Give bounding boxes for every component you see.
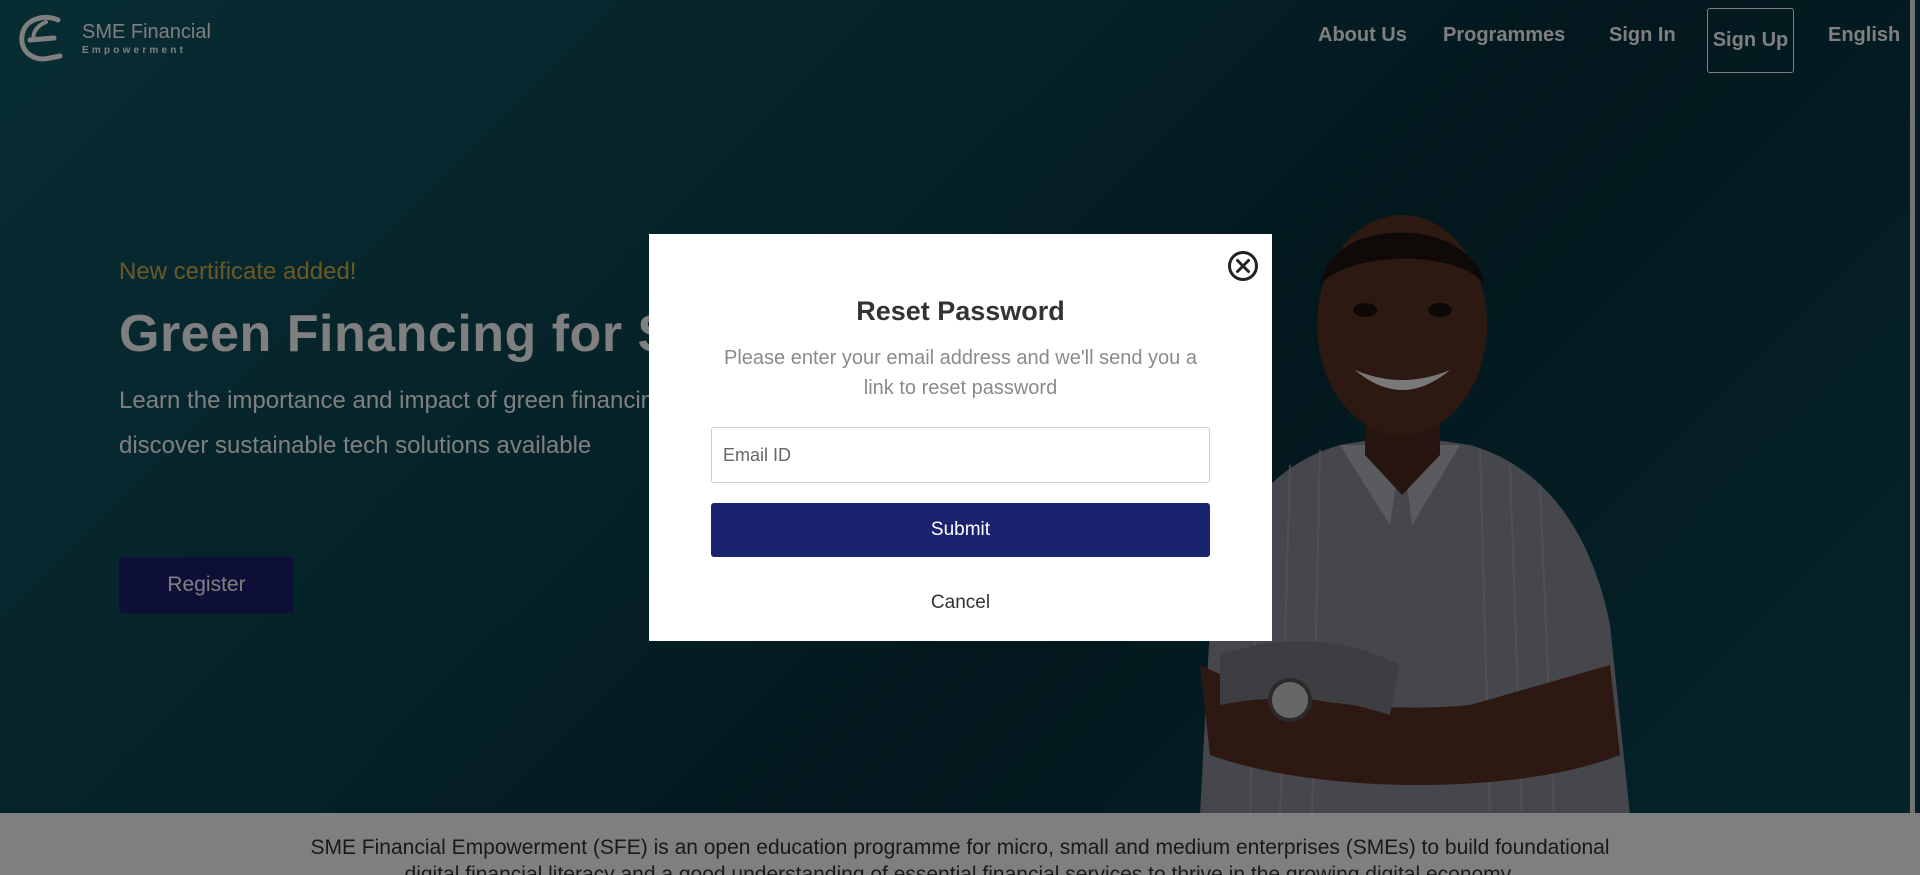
close-icon[interactable] [1227,250,1259,282]
email-field[interactable] [711,427,1210,483]
cancel-link[interactable]: Cancel [649,592,1272,614]
modal-subtitle: Please enter your email address and we'l… [724,347,1197,399]
modal-title: Reset Password [856,296,1065,326]
reset-password-modal: Reset Password Please enter your email a… [649,234,1272,641]
submit-button[interactable]: Submit [711,503,1210,557]
